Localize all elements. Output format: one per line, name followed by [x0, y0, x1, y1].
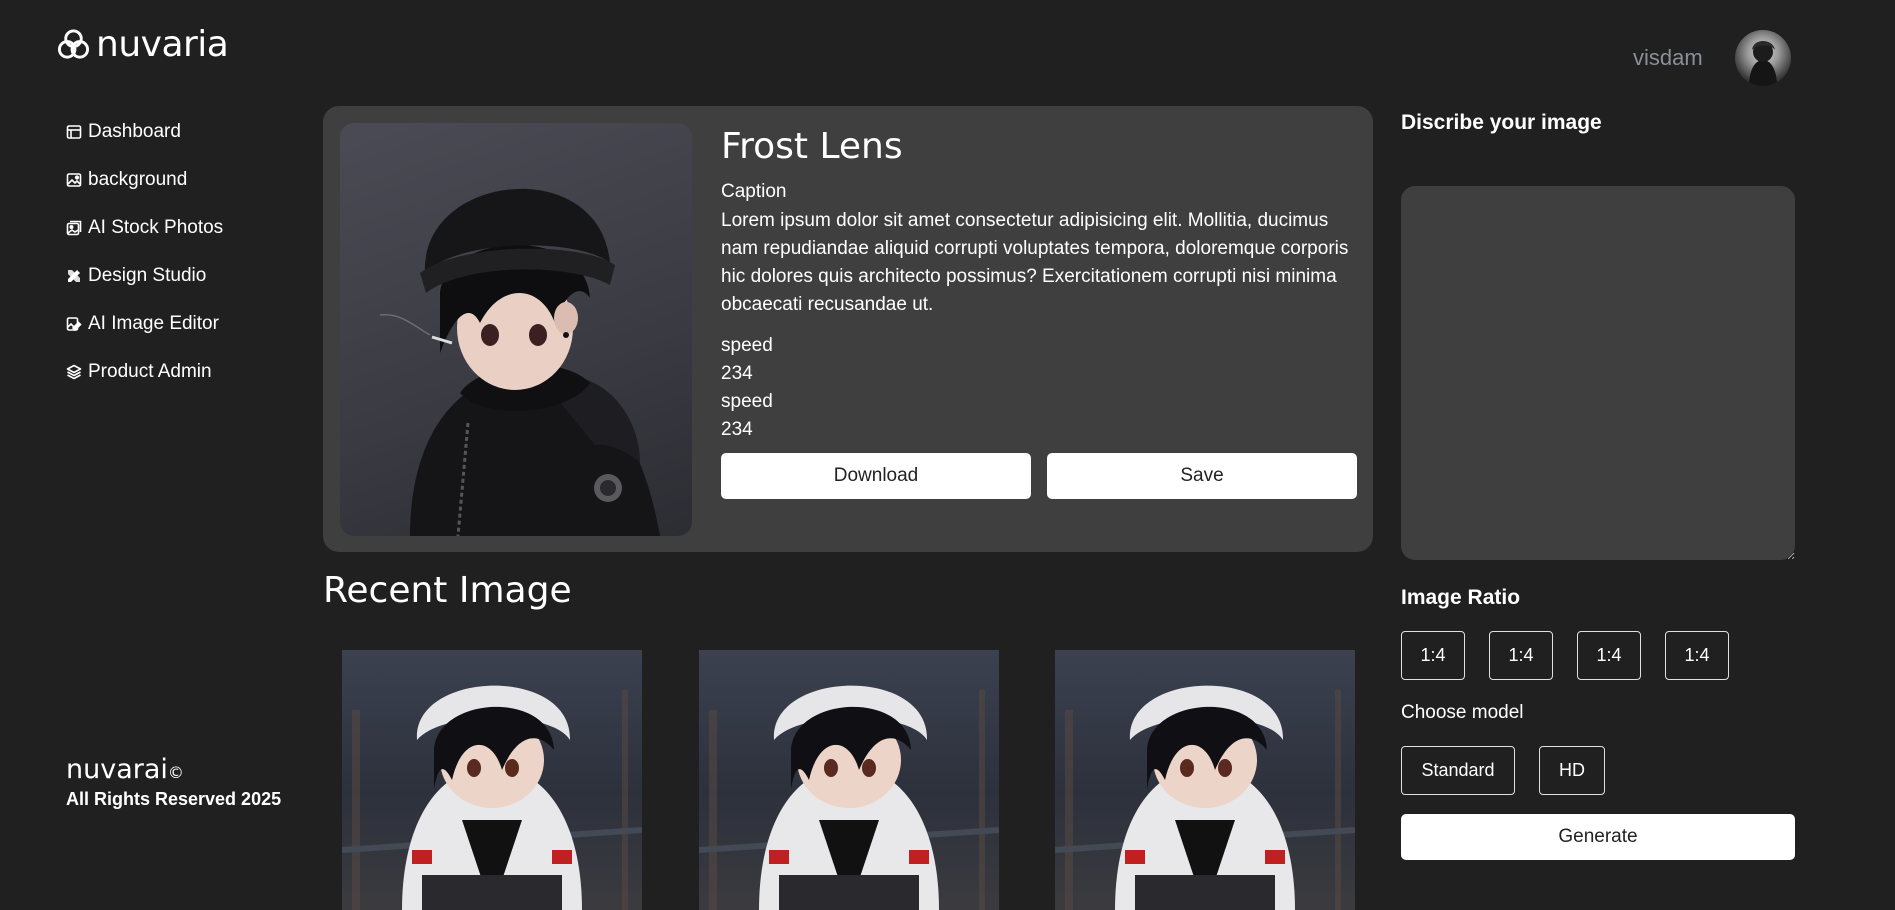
download-button[interactable]: Download	[721, 453, 1031, 499]
photo-stack-icon	[66, 220, 82, 236]
sidebar-item-label: Product Admin	[88, 361, 212, 382]
character-thumbnail-illustration	[1055, 685, 1355, 910]
copyright-symbol: ©	[167, 763, 184, 782]
sidebar-item-label: background	[88, 169, 188, 190]
featured-image-card: Frost Lens Caption Lorem ipsum dolor sit…	[323, 106, 1373, 552]
sidebar-item-label: AI Stock Photos	[88, 217, 224, 238]
ratio-option-button[interactable]: 1:4	[1577, 631, 1641, 680]
dashboard-icon	[66, 125, 82, 139]
sidebar-nav: Dashboard background AI Stock Photos Des…	[66, 108, 223, 396]
design-tools-icon	[68, 270, 80, 282]
sidebar-item-background[interactable]: background	[66, 156, 223, 204]
sidebar-footer: nuvarai© All Rights Reserved 2025	[66, 754, 281, 810]
model-standard-button[interactable]: Standard	[1401, 746, 1515, 795]
caption-label: Caption	[721, 181, 787, 202]
image-prompt-textarea[interactable]	[1401, 186, 1795, 560]
sidebar-item-dashboard[interactable]: Dashboard	[66, 108, 223, 156]
footer-brand-name: nuvarai	[66, 754, 168, 785]
stat-label: speed	[721, 391, 773, 412]
layers-icon	[66, 364, 82, 380]
image-stats: speed 234 speed 234	[721, 332, 773, 444]
image-ratio-options: 1:4 1:4 1:4 1:4	[1401, 631, 1729, 680]
stat-value: 234	[721, 419, 753, 440]
recent-images-heading: Recent Image	[323, 570, 572, 611]
brand-name: nuvaria	[96, 24, 229, 65]
image-editor-icon	[66, 317, 82, 332]
image-ratio-label: Image Ratio	[1401, 586, 1521, 609]
recent-image-thumbnail[interactable]	[1055, 650, 1355, 910]
describe-image-label: Discribe your image	[1401, 111, 1602, 134]
featured-title: Frost Lens	[721, 126, 903, 167]
sidebar-item-design-studio[interactable]: Design Studio	[66, 252, 223, 300]
recent-image-thumbnail[interactable]	[342, 650, 642, 910]
ratio-option-button[interactable]: 1:4	[1665, 631, 1729, 680]
sidebar-item-ai-image-editor[interactable]: AI Image Editor	[66, 300, 223, 348]
brand-logo[interactable]: nuvaria	[57, 24, 229, 65]
sidebar-item-label: Design Studio	[88, 265, 207, 286]
avatar-portrait	[1749, 41, 1777, 86]
featured-image[interactable]	[340, 123, 692, 536]
ratio-option-button[interactable]: 1:4	[1401, 631, 1465, 680]
username[interactable]: visdam	[1633, 45, 1703, 71]
image-edit-icon	[66, 173, 82, 187]
sidebar-item-ai-stock-photos[interactable]: AI Stock Photos	[66, 204, 223, 252]
character-thumbnail-illustration	[342, 685, 642, 910]
model-hd-button[interactable]: HD	[1539, 746, 1605, 795]
recent-image-thumbnail[interactable]	[699, 650, 999, 910]
footer-rights: All Rights Reserved 2025	[66, 789, 282, 809]
sidebar-item-label: Dashboard	[88, 121, 181, 142]
model-options: Standard HD	[1401, 746, 1605, 795]
stat-label: speed	[721, 335, 773, 356]
sidebar-item-product-admin[interactable]: Product Admin	[66, 348, 223, 396]
avatar[interactable]	[1735, 30, 1791, 86]
featured-character-illustration	[379, 188, 660, 536]
save-button[interactable]: Save	[1047, 453, 1357, 499]
footer-brand: nuvarai©	[66, 754, 281, 785]
three-circles-logo-icon	[57, 29, 90, 59]
character-thumbnail-illustration	[699, 685, 999, 910]
stat-value: 234	[721, 363, 753, 384]
choose-model-label: Choose model	[1401, 702, 1524, 723]
generate-button[interactable]: Generate	[1401, 814, 1795, 860]
ratio-option-button[interactable]: 1:4	[1489, 631, 1553, 680]
caption-text: Lorem ipsum dolor sit amet consectetur a…	[721, 210, 1349, 315]
sidebar-item-label: AI Image Editor	[88, 313, 219, 334]
